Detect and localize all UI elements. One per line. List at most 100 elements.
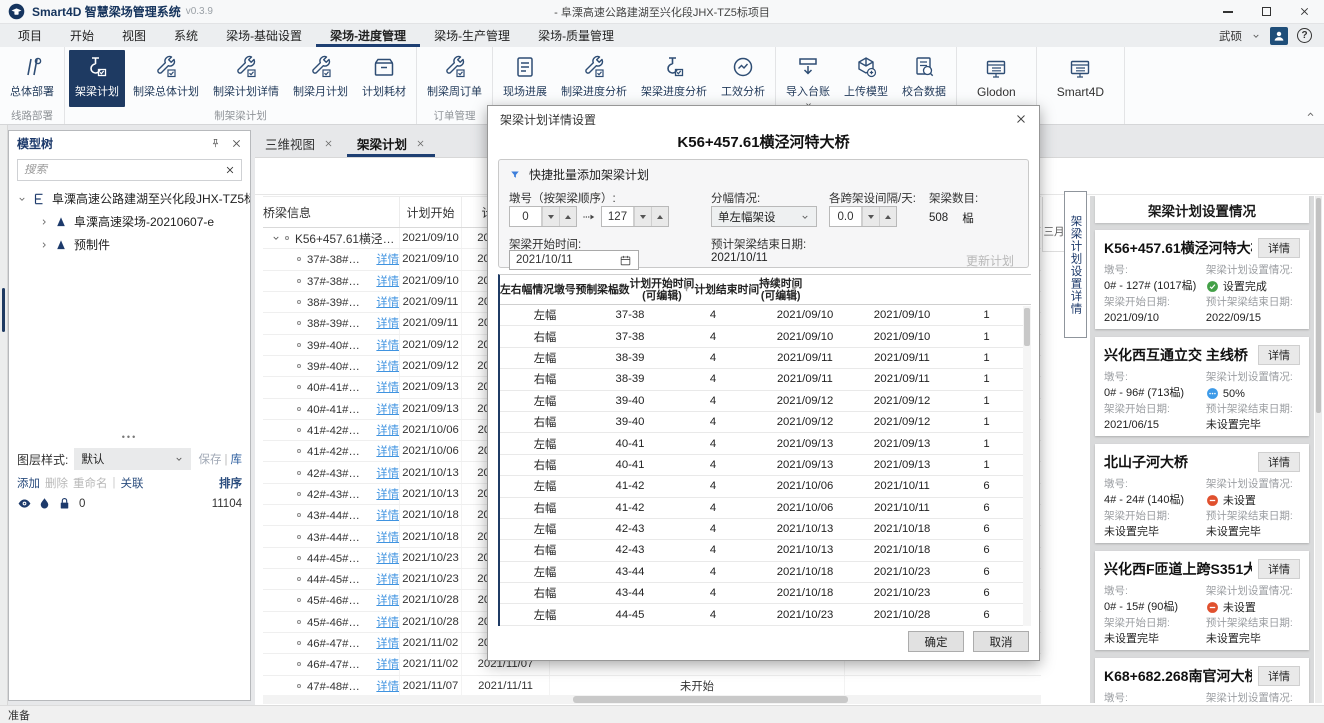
duration-value[interactable]: 1	[950, 459, 1023, 471]
ribbon-button[interactable]: 上传模型	[838, 50, 894, 111]
duration-value[interactable]: 6	[950, 502, 1023, 514]
panel-close-icon[interactable]	[231, 138, 242, 149]
tree-item[interactable]: 阜溧高速梁场-20210607-e	[9, 210, 250, 233]
detail-link[interactable]: 详情	[376, 401, 399, 417]
detail-link[interactable]: 详情	[376, 614, 399, 630]
table-row[interactable]: 右幅 43-44 4 2021/10/18 2021/10/23 6	[500, 583, 1031, 604]
split-select[interactable]: 单左幅架设	[711, 206, 817, 227]
pier-from-stepper[interactable]: 0	[509, 206, 577, 227]
search-input[interactable]	[24, 164, 225, 176]
menu-item[interactable]: 梁场-进度管理	[316, 24, 420, 47]
ribbon-button[interactable]: 工效分析	[715, 50, 771, 107]
duration-value[interactable]: 1	[950, 352, 1023, 364]
detail-link[interactable]: 详情	[376, 507, 399, 523]
duration-value[interactable]: 6	[950, 609, 1023, 621]
detail-link[interactable]: 详情	[376, 422, 399, 438]
tab-close-icon[interactable]	[416, 139, 425, 148]
detail-link[interactable]: 详情	[376, 486, 399, 502]
plan-start-value[interactable]: 2021/09/11	[756, 373, 854, 385]
ribbon-button[interactable]: 现场进展	[497, 50, 553, 107]
ribbon-button[interactable]: 架梁计划	[69, 50, 125, 107]
row-expander-icon[interactable]	[271, 233, 281, 243]
search-clear-icon[interactable]	[225, 165, 235, 175]
plan-start-value[interactable]: 2021/10/23	[756, 609, 854, 621]
table-row[interactable]: 右幅 40-41 4 2021/09/13 2021/09/13 1	[500, 455, 1031, 476]
detail-link[interactable]: 详情	[376, 294, 399, 310]
sort-link[interactable]: 排序	[219, 475, 242, 491]
column-header[interactable]: 计划开始	[400, 197, 462, 227]
stepper-down-button[interactable]	[634, 207, 651, 226]
pier-from-value[interactable]: 0	[510, 207, 542, 226]
droplet-icon[interactable]	[37, 496, 52, 511]
ribbon-button[interactable]: 制梁月计划	[287, 50, 354, 107]
add-layer-link[interactable]: 添加	[17, 475, 40, 491]
detail-link[interactable]: 详情	[376, 443, 399, 459]
stepper-down-button[interactable]	[542, 207, 559, 226]
save-link[interactable]: 保存	[199, 454, 222, 466]
plan-start-value[interactable]: 2021/09/13	[756, 459, 854, 471]
duration-value[interactable]: 1	[950, 416, 1023, 428]
column-header[interactable]: 墩号	[554, 275, 576, 304]
detail-link[interactable]: 详情	[376, 358, 399, 374]
duration-value[interactable]: 1	[950, 395, 1023, 407]
ok-button[interactable]: 确定	[908, 631, 964, 652]
minimize-button[interactable]	[1222, 6, 1234, 18]
detail-button[interactable]: 详情	[1258, 238, 1300, 258]
side-strip-handle[interactable]	[2, 288, 5, 332]
ribbon-button[interactable]: 校合数据	[896, 50, 952, 111]
document-tab[interactable]: 架梁计划	[347, 130, 435, 157]
column-header[interactable]: 计划结束时间	[694, 275, 759, 304]
avatar[interactable]	[1270, 27, 1288, 45]
column-header[interactable]: 持续时间 (可编辑)	[759, 275, 802, 304]
ribbon-button[interactable]: 制梁计划详情	[207, 50, 285, 107]
table-row[interactable]: 左幅 42-43 4 2021/10/13 2021/10/18 6	[500, 519, 1031, 540]
table-row[interactable]: 左幅 44-45 4 2021/10/23 2021/10/28 6	[500, 604, 1031, 625]
filter-icon[interactable]	[618, 285, 627, 294]
restore-button[interactable]	[1260, 6, 1272, 18]
stepper-down-button[interactable]	[862, 207, 879, 226]
menu-item[interactable]: 系统	[160, 24, 212, 47]
plan-start-value[interactable]: 2021/09/11	[756, 352, 854, 364]
user-chevron-down-icon[interactable]	[1251, 31, 1261, 41]
detail-link[interactable]: 详情	[376, 273, 399, 289]
plan-start-value[interactable]: 2021/10/13	[756, 523, 854, 535]
expander-icon[interactable]	[17, 194, 27, 204]
plan-start-value[interactable]: 2021/10/06	[756, 480, 854, 492]
plan-start-value[interactable]: 2021/10/18	[756, 587, 854, 599]
rename-layer-link[interactable]: 重命名	[73, 475, 108, 491]
detail-link[interactable]: 详情	[376, 465, 399, 481]
interval-stepper[interactable]: 0.0	[829, 206, 897, 227]
menu-item[interactable]: 开始	[56, 24, 108, 47]
ribbon-collapse-chevron-icon[interactable]	[1305, 109, 1316, 120]
detail-link[interactable]: 详情	[376, 592, 399, 608]
detail-link[interactable]: 详情	[376, 337, 399, 353]
table-row[interactable]: 左幅 40-41 4 2021/09/13 2021/09/13 1	[500, 433, 1031, 454]
tab-close-icon[interactable]	[324, 139, 333, 148]
table-row[interactable]: 右幅 41-42 4 2021/10/06 2021/10/11 6	[500, 498, 1031, 519]
table-row[interactable]: 47#-48#左幅 详情 2021/11/07 2021/11/11 未开始	[263, 676, 1041, 697]
ribbon-button[interactable]: 制梁进度分析	[555, 50, 633, 107]
update-plan-button[interactable]: 更新计划	[966, 252, 1014, 269]
dialog-close-icon[interactable]	[1015, 113, 1027, 125]
pin-icon[interactable]	[210, 138, 221, 149]
stepper-up-button[interactable]	[559, 207, 576, 226]
menu-item[interactable]: 梁场-生产管理	[420, 24, 524, 47]
detail-link[interactable]: 详情	[376, 656, 399, 672]
duration-value[interactable]: 6	[950, 480, 1023, 492]
ribbon-button[interactable]: 制梁总体计划	[127, 50, 205, 107]
plan-start-value[interactable]: 2021/09/10	[756, 309, 854, 321]
library-link[interactable]: 库	[231, 454, 243, 466]
associate-link[interactable]: 关联	[121, 475, 144, 491]
horizontal-scrollbar[interactable]	[263, 695, 1041, 704]
detail-link[interactable]: 详情	[376, 571, 399, 587]
duration-value[interactable]: 6	[950, 523, 1023, 535]
ribbon-button[interactable]: 计划耗材	[356, 50, 412, 107]
ribbon-button[interactable]: 导入台账	[780, 50, 836, 111]
pier-to-value[interactable]: 127	[602, 207, 634, 226]
document-tab[interactable]: 三维视图	[255, 130, 343, 157]
expander-icon[interactable]	[39, 217, 49, 227]
table-row[interactable]: 左幅 43-44 4 2021/10/18 2021/10/23 6	[500, 562, 1031, 583]
plan-start-value[interactable]: 2021/09/12	[756, 416, 854, 428]
duration-value[interactable]: 1	[950, 438, 1023, 450]
ribbon-button[interactable]: Smart4D	[1041, 50, 1120, 107]
